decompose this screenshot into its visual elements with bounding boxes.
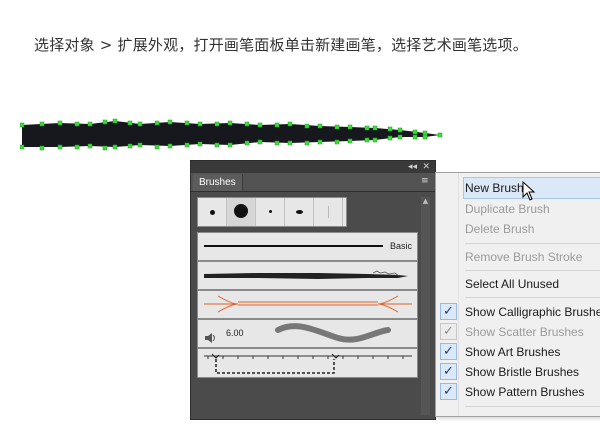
menu-item-show-pattern-brushes[interactable]: Show Pattern Brushes	[465, 383, 584, 401]
instruction-text: 选择对象 > 扩展外观，打开画笔面板单击新建画笔，选择艺术画笔选项。	[34, 36, 528, 54]
brush-charcoal-art[interactable]	[197, 261, 418, 290]
menu-separator	[465, 270, 600, 271]
panel-scrollbar[interactable]: ▲	[421, 197, 430, 415]
menu-separator	[465, 406, 600, 407]
panel-titlebar[interactable]: ◂◂ ✕	[191, 161, 435, 173]
menu-separator	[465, 297, 600, 298]
panel-menu-icon[interactable]: ≡	[421, 176, 431, 187]
menu-item-show-scatter-brushes[interactable]: Show Scatter Brushes	[465, 323, 584, 341]
brushes-panel-menu: New Brush... Duplicate Brush Delete Brus…	[435, 172, 600, 417]
calligraphic-stroke-preview	[275, 323, 391, 343]
brush-basic[interactable]: Basic	[197, 232, 418, 261]
menu-item-select-all-unused[interactable]: Select All Unused	[465, 275, 559, 293]
panel-tab-bar: Brushes ≡	[191, 173, 435, 192]
basic-brush-thumbnails	[197, 197, 347, 227]
menu-item-delete-brush[interactable]: Delete Brush	[465, 220, 534, 238]
menu-item-remove-brush-stroke[interactable]: Remove Brush Stroke	[465, 248, 582, 266]
brush-thumb-large-round[interactable]	[227, 198, 256, 226]
basic-brush-label: Basic	[390, 241, 413, 251]
menu-gutter	[458, 173, 459, 416]
dashed-brush-preview	[204, 353, 412, 374]
expanded-stroke-artwork[interactable]	[20, 115, 445, 155]
brush-thumb-oval[interactable]	[285, 198, 314, 226]
brush-calligraphic[interactable]: 6.00	[197, 319, 418, 348]
mouse-pointer-icon	[522, 181, 536, 201]
brush-dashed-pattern[interactable]	[197, 348, 418, 378]
tab-brushes[interactable]: Brushes	[193, 174, 243, 191]
pattern-brush-preview	[204, 295, 412, 313]
brush-thumb-tiny-round[interactable]	[256, 198, 285, 226]
checkmark-icon: ✓	[440, 383, 457, 400]
brushes-panel: ◂◂ ✕ Brushes ≡ Basic 6.00 ▲	[190, 160, 436, 420]
collapse-arrows-icon[interactable]: ◂◂	[408, 161, 417, 173]
basic-line-preview	[204, 245, 383, 247]
brush-thumb-small-round[interactable]	[198, 198, 227, 226]
menu-item-show-bristle-brushes[interactable]: Show Bristle Brushes	[465, 363, 579, 381]
checkmark-icon: ✓	[440, 363, 457, 380]
close-icon[interactable]: ✕	[422, 161, 430, 173]
menu-item-duplicate-brush[interactable]: Duplicate Brush	[465, 200, 550, 218]
checkmark-icon: ✓	[440, 323, 457, 340]
charcoal-stroke-preview	[204, 270, 408, 279]
menu-item-show-calligraphic-brushes[interactable]: Show Calligraphic Brushes	[465, 303, 600, 321]
menu-item-show-art-brushes[interactable]: Show Art Brushes	[465, 343, 560, 361]
menu-separator	[465, 243, 600, 244]
checkmark-icon: ✓	[440, 303, 457, 320]
scroll-up-icon[interactable]: ▲	[421, 197, 430, 206]
brush-thumb-faint[interactable]	[314, 198, 343, 226]
checkmark-icon: ✓	[440, 343, 457, 360]
brush-pattern-ornament[interactable]	[197, 290, 418, 319]
brush-list: Basic 6.00	[197, 197, 418, 415]
